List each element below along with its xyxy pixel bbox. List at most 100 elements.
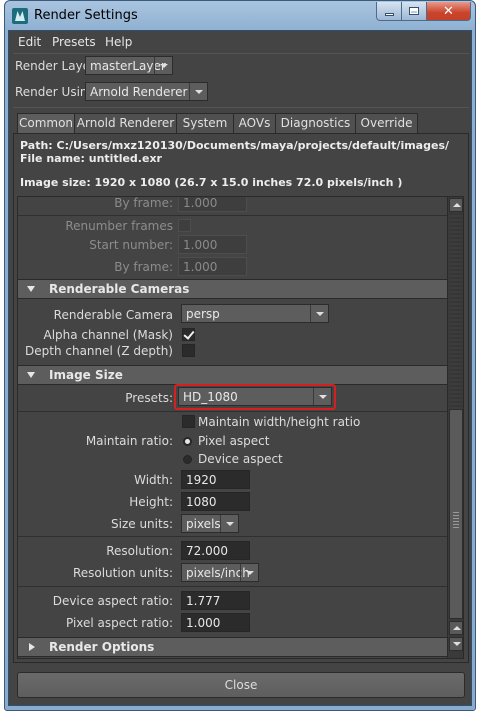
tab-override[interactable]: Override xyxy=(355,113,418,133)
width-label: Width: xyxy=(134,473,173,487)
output-file-name: File name: untitled.exr xyxy=(20,152,162,165)
render-using-value: Arnold Renderer xyxy=(90,85,188,99)
size-units-value: pixels xyxy=(186,517,221,531)
tab-system[interactable]: System xyxy=(176,113,234,133)
section-title: Renderable Cameras xyxy=(49,282,190,296)
maximize-icon xyxy=(409,7,419,15)
chevron-down-icon xyxy=(240,564,258,581)
resolution-units-label: Resolution units: xyxy=(72,566,173,580)
divider xyxy=(18,536,448,537)
pixel-aspect-ratio-label: Pixel aspect ratio: xyxy=(65,616,173,630)
chevron-down-icon xyxy=(310,305,328,322)
alpha-channel-label: Alpha channel (Mask) xyxy=(43,328,173,342)
renderable-camera-dropdown[interactable]: persp xyxy=(181,304,329,323)
close-window-button[interactable]: ✕ xyxy=(427,2,471,21)
by-frame-field[interactable]: 1.000 xyxy=(178,197,247,212)
device-aspect-radio[interactable] xyxy=(183,455,192,464)
settings-content: By frame: 1.000 Renumber frames Start nu… xyxy=(18,197,448,658)
render-layer-dropdown[interactable]: masterLayer xyxy=(85,56,173,75)
divider xyxy=(18,586,448,587)
menu-presets[interactable]: Presets xyxy=(52,35,96,49)
pixel-aspect-ratio-field[interactable]: 1.000 xyxy=(181,613,250,632)
scroll-thumb[interactable] xyxy=(449,409,463,619)
expand-arrow-icon xyxy=(29,643,35,651)
window-title: Render Settings xyxy=(34,8,138,23)
client-area: Edit Presets Help Render Layer masterLay… xyxy=(8,30,472,706)
render-using-label: Render Using xyxy=(15,85,96,99)
depth-channel-label: Depth channel (Z depth) xyxy=(25,344,173,358)
size-units-dropdown[interactable]: pixels xyxy=(181,514,239,533)
tab-bar: Common Arnold Renderer System AOVs Diagn… xyxy=(17,113,418,133)
maya-app-icon xyxy=(12,8,28,24)
renumber-frames-checkbox[interactable] xyxy=(178,219,191,232)
render-using-dropdown[interactable]: Arnold Renderer xyxy=(85,82,208,101)
window-controls: ✕ xyxy=(376,2,471,21)
section-title: Render Options xyxy=(49,640,155,654)
pixel-aspect-label: Pixel aspect xyxy=(198,434,270,448)
section-render-options[interactable]: Render Options xyxy=(18,637,448,657)
menu-help[interactable]: Help xyxy=(105,35,132,49)
close-icon: ✕ xyxy=(443,3,454,19)
menu-bar: Edit Presets Help xyxy=(9,31,471,52)
vertical-scrollbar[interactable] xyxy=(447,197,463,658)
minimize-icon xyxy=(384,12,394,16)
by-frame-field-2[interactable]: 1.000 xyxy=(178,257,247,276)
device-aspect-ratio-label: Device aspect ratio: xyxy=(52,594,173,608)
menu-divider xyxy=(13,53,469,54)
collapse-arrow-icon xyxy=(27,372,35,378)
tab-common[interactable]: Common xyxy=(17,113,75,133)
minimize-button[interactable] xyxy=(376,2,402,21)
by-frame-label-2: By frame: xyxy=(114,260,173,274)
close-button[interactable]: Close xyxy=(17,672,465,698)
by-frame-label: By frame: xyxy=(114,196,173,210)
resolution-field[interactable]: 72.000 xyxy=(181,541,250,560)
collapse-arrow-icon xyxy=(27,286,35,292)
section-title: Image Size xyxy=(49,368,123,382)
start-number-field[interactable]: 1.000 xyxy=(178,235,247,254)
height-field[interactable]: 1080 xyxy=(181,492,250,511)
start-number-label: Start number: xyxy=(89,238,173,252)
renumber-frames-label: Renumber frames xyxy=(65,219,173,233)
image-size-summary: Image size: 1920 x 1080 (26.7 x 15.0 inc… xyxy=(20,176,403,189)
maintain-ratio-label: Maintain ratio: xyxy=(85,434,173,448)
chevron-down-icon xyxy=(154,57,172,74)
depth-channel-checkbox[interactable] xyxy=(182,344,195,357)
resolution-label: Resolution: xyxy=(106,544,173,558)
scroll-track[interactable] xyxy=(449,213,463,409)
device-aspect-label: Device aspect xyxy=(198,452,283,466)
renderable-camera-value: persp xyxy=(186,307,220,321)
menu-edit[interactable]: Edit xyxy=(18,35,41,49)
height-label: Height: xyxy=(129,495,173,509)
chevron-down-icon xyxy=(220,515,238,532)
size-units-label: Size units: xyxy=(111,517,173,531)
scroll-up-icon[interactable] xyxy=(449,198,463,212)
divider xyxy=(18,411,448,412)
tab-aovs[interactable]: AOVs xyxy=(233,113,276,133)
scroll-down-icon[interactable] xyxy=(449,637,463,651)
maintain-wh-ratio-label: Maintain width/height ratio xyxy=(198,415,361,429)
resolution-units-dropdown[interactable]: pixels/inch xyxy=(181,563,259,582)
maintain-wh-ratio-checkbox[interactable] xyxy=(182,415,195,428)
renderable-camera-label: Renderable Camera xyxy=(53,308,173,322)
render-layer-label: Render Layer xyxy=(15,59,95,73)
header-divider xyxy=(13,107,469,108)
chevron-down-icon xyxy=(189,83,207,100)
tab-diagnostics[interactable]: Diagnostics xyxy=(275,113,356,133)
tab-arnold-renderer[interactable]: Arnold Renderer xyxy=(74,113,177,133)
width-field[interactable]: 1920 xyxy=(181,470,250,489)
device-aspect-ratio-field[interactable]: 1.777 xyxy=(181,591,250,610)
pixel-aspect-radio[interactable] xyxy=(183,437,192,446)
presets-label: Presets: xyxy=(125,391,173,405)
divider xyxy=(18,215,448,216)
common-tab-panel: Path: C:/Users/mxz120130/Documents/maya/… xyxy=(13,133,469,663)
settings-scroll-area[interactable]: By frame: 1.000 Renumber frames Start nu… xyxy=(17,196,464,659)
title-bar[interactable]: Render Settings ✕ xyxy=(5,1,475,31)
alpha-channel-checkbox[interactable] xyxy=(182,328,195,341)
output-path: Path: C:/Users/mxz120130/Documents/maya/… xyxy=(20,139,450,152)
maximize-button[interactable] xyxy=(402,2,427,21)
grip-icon xyxy=(453,510,459,528)
section-image-size[interactable]: Image Size xyxy=(18,365,448,385)
section-renderable-cameras[interactable]: Renderable Cameras xyxy=(18,279,448,299)
annotation-highlight-box xyxy=(174,384,336,410)
scroll-up-icon[interactable] xyxy=(449,621,463,635)
